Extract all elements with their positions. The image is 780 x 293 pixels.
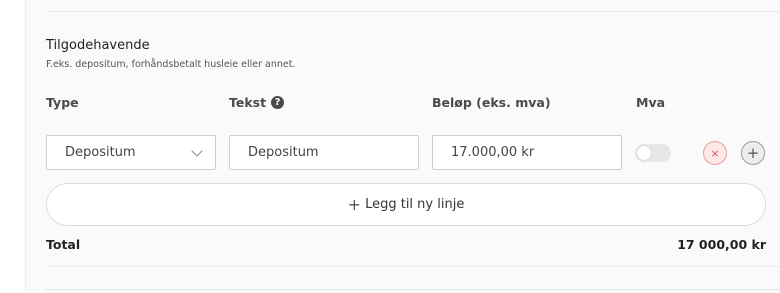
column-label-vat: Mva (636, 95, 666, 110)
column-label-amount: Beløp (eks. mva) (432, 95, 551, 110)
divider-bottom (46, 266, 780, 267)
amount-input[interactable]: 17.000,00 kr (432, 135, 622, 170)
help-icon[interactable]: ? (271, 96, 285, 109)
close-icon: × (710, 146, 720, 160)
vat-toggle-knob (637, 146, 651, 160)
type-select-value: Depositum (65, 145, 136, 160)
chevron-down-icon (191, 145, 203, 157)
type-select[interactable]: Depositum (46, 135, 216, 170)
vat-toggle[interactable] (635, 144, 671, 162)
plus-icon: + (746, 143, 760, 162)
divider-top (46, 11, 780, 12)
section-title: Tilgodehavende (46, 38, 150, 53)
amount-input-value: 17.000,00 kr (451, 145, 535, 160)
total-label: Total (46, 237, 81, 252)
add-new-line-button[interactable]: + Legg til ny linje (46, 183, 766, 226)
remove-row-button[interactable]: × (703, 141, 727, 165)
add-line-plus-icon: + (347, 194, 362, 214)
column-label-text: Tekst ? (229, 95, 285, 110)
divider-section-end (46, 289, 780, 290)
add-new-line-label: Legg til ny linje (365, 197, 465, 212)
column-label-text-label: Tekst (229, 95, 267, 110)
column-label-type: Type (46, 95, 79, 110)
text-input[interactable]: Depositum (229, 135, 419, 170)
text-input-value: Depositum (248, 145, 319, 160)
receivables-panel: Tilgodehavende F.eks. depositum, forhånd… (25, 0, 780, 293)
left-gutter (0, 0, 25, 293)
total-value: 17 000,00 kr (677, 237, 766, 252)
add-row-button[interactable]: + (741, 141, 765, 165)
section-subtitle: F.eks. depositum, forhåndsbetalt husleie… (46, 59, 296, 70)
